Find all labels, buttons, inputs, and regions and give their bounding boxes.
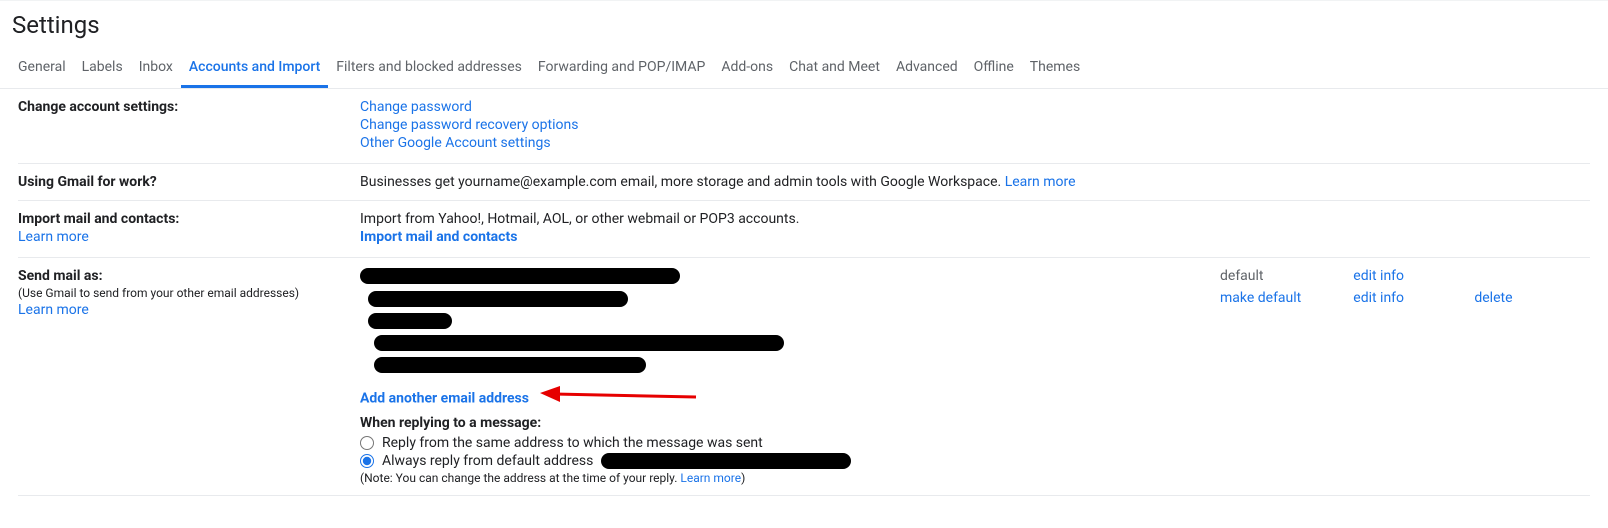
edit-info-link-1[interactable]: edit info [1353, 268, 1404, 284]
tab-labels[interactable]: Labels [74, 47, 131, 88]
reply-same-label: Reply from the same address to which the… [382, 435, 763, 451]
reply-note-suffix: ) [741, 471, 745, 485]
add-another-email-link[interactable]: Add another email address [360, 391, 529, 407]
settings-tabs: GeneralLabelsInboxAccounts and ImportFil… [0, 47, 1608, 89]
redacted-default-address [601, 453, 851, 469]
redacted-address-2c [374, 335, 784, 351]
send-as-sub: (Use Gmail to send from your other email… [18, 286, 360, 300]
pointer-arrow-icon [538, 389, 688, 409]
section-change-account: Change account settings: Change password… [18, 89, 1590, 164]
work-text: Businesses get yourname@example.com emai… [360, 174, 1005, 190]
tab-accounts[interactable]: Accounts and Import [181, 47, 328, 88]
import-desc: Import from Yahoo!, Hotmail, AOL, or oth… [360, 211, 1590, 227]
work-learn-more-link[interactable]: Learn more [1005, 174, 1076, 190]
reply-note-learn-more[interactable]: Learn more [680, 471, 741, 485]
work-heading: Using Gmail for work? [18, 174, 360, 190]
reply-note: (Note: You can change the address at the… [360, 471, 1590, 485]
change-account-heading: Change account settings: [18, 99, 360, 153]
tab-advanced[interactable]: Advanced [888, 47, 966, 88]
section-work: Using Gmail for work? Businesses get you… [18, 164, 1590, 201]
tab-general[interactable]: General [10, 47, 74, 88]
import-heading: Import mail and contacts: [18, 211, 179, 227]
reply-option-same[interactable]: Reply from the same address to which the… [360, 435, 1590, 451]
import-action-link[interactable]: Import mail and contacts [360, 229, 517, 245]
change-password-link[interactable]: Change password [360, 99, 472, 115]
redacted-address-1 [360, 268, 680, 284]
redacted-address-2d [374, 357, 646, 373]
redacted-address-2b [368, 313, 452, 329]
tab-inbox[interactable]: Inbox [131, 47, 181, 88]
reply-heading: When replying to a message: [360, 415, 1590, 431]
other-settings-link[interactable]: Other Google Account settings [360, 135, 551, 151]
default-label: default [1220, 268, 1264, 284]
tab-offline[interactable]: Offline [966, 47, 1022, 88]
reply-default-label: Always reply from default address [382, 453, 593, 469]
tab-forwarding[interactable]: Forwarding and POP/IMAP [530, 47, 713, 88]
reply-radio-same[interactable] [360, 436, 374, 450]
change-recovery-link[interactable]: Change password recovery options [360, 117, 578, 133]
tab-chat[interactable]: Chat and Meet [781, 47, 888, 88]
delete-link[interactable]: delete [1474, 290, 1512, 306]
tab-themes[interactable]: Themes [1022, 47, 1088, 88]
make-default-link[interactable]: make default [1220, 290, 1301, 306]
send-as-row-2: make default edit info delete [360, 290, 1590, 379]
page-title: Settings [0, 0, 1608, 47]
reply-radio-default[interactable] [360, 454, 374, 468]
reply-option-default[interactable]: Always reply from default address [360, 453, 1590, 469]
send-as-learn-more-link[interactable]: Learn more [18, 302, 360, 318]
send-as-row-1: default edit info [360, 268, 1590, 290]
section-send-as: Send mail as: (Use Gmail to send from yo… [18, 258, 1590, 496]
tab-filters[interactable]: Filters and blocked addresses [328, 47, 530, 88]
redacted-address-2a [368, 291, 628, 307]
edit-info-link-2[interactable]: edit info [1353, 290, 1404, 306]
send-as-heading: Send mail as: [18, 268, 103, 284]
tab-addons[interactable]: Add-ons [713, 47, 781, 88]
reply-note-prefix: (Note: You can change the address at the… [360, 471, 680, 485]
section-import: Import mail and contacts: Learn more Imp… [18, 201, 1590, 258]
import-learn-more-link[interactable]: Learn more [18, 229, 360, 245]
